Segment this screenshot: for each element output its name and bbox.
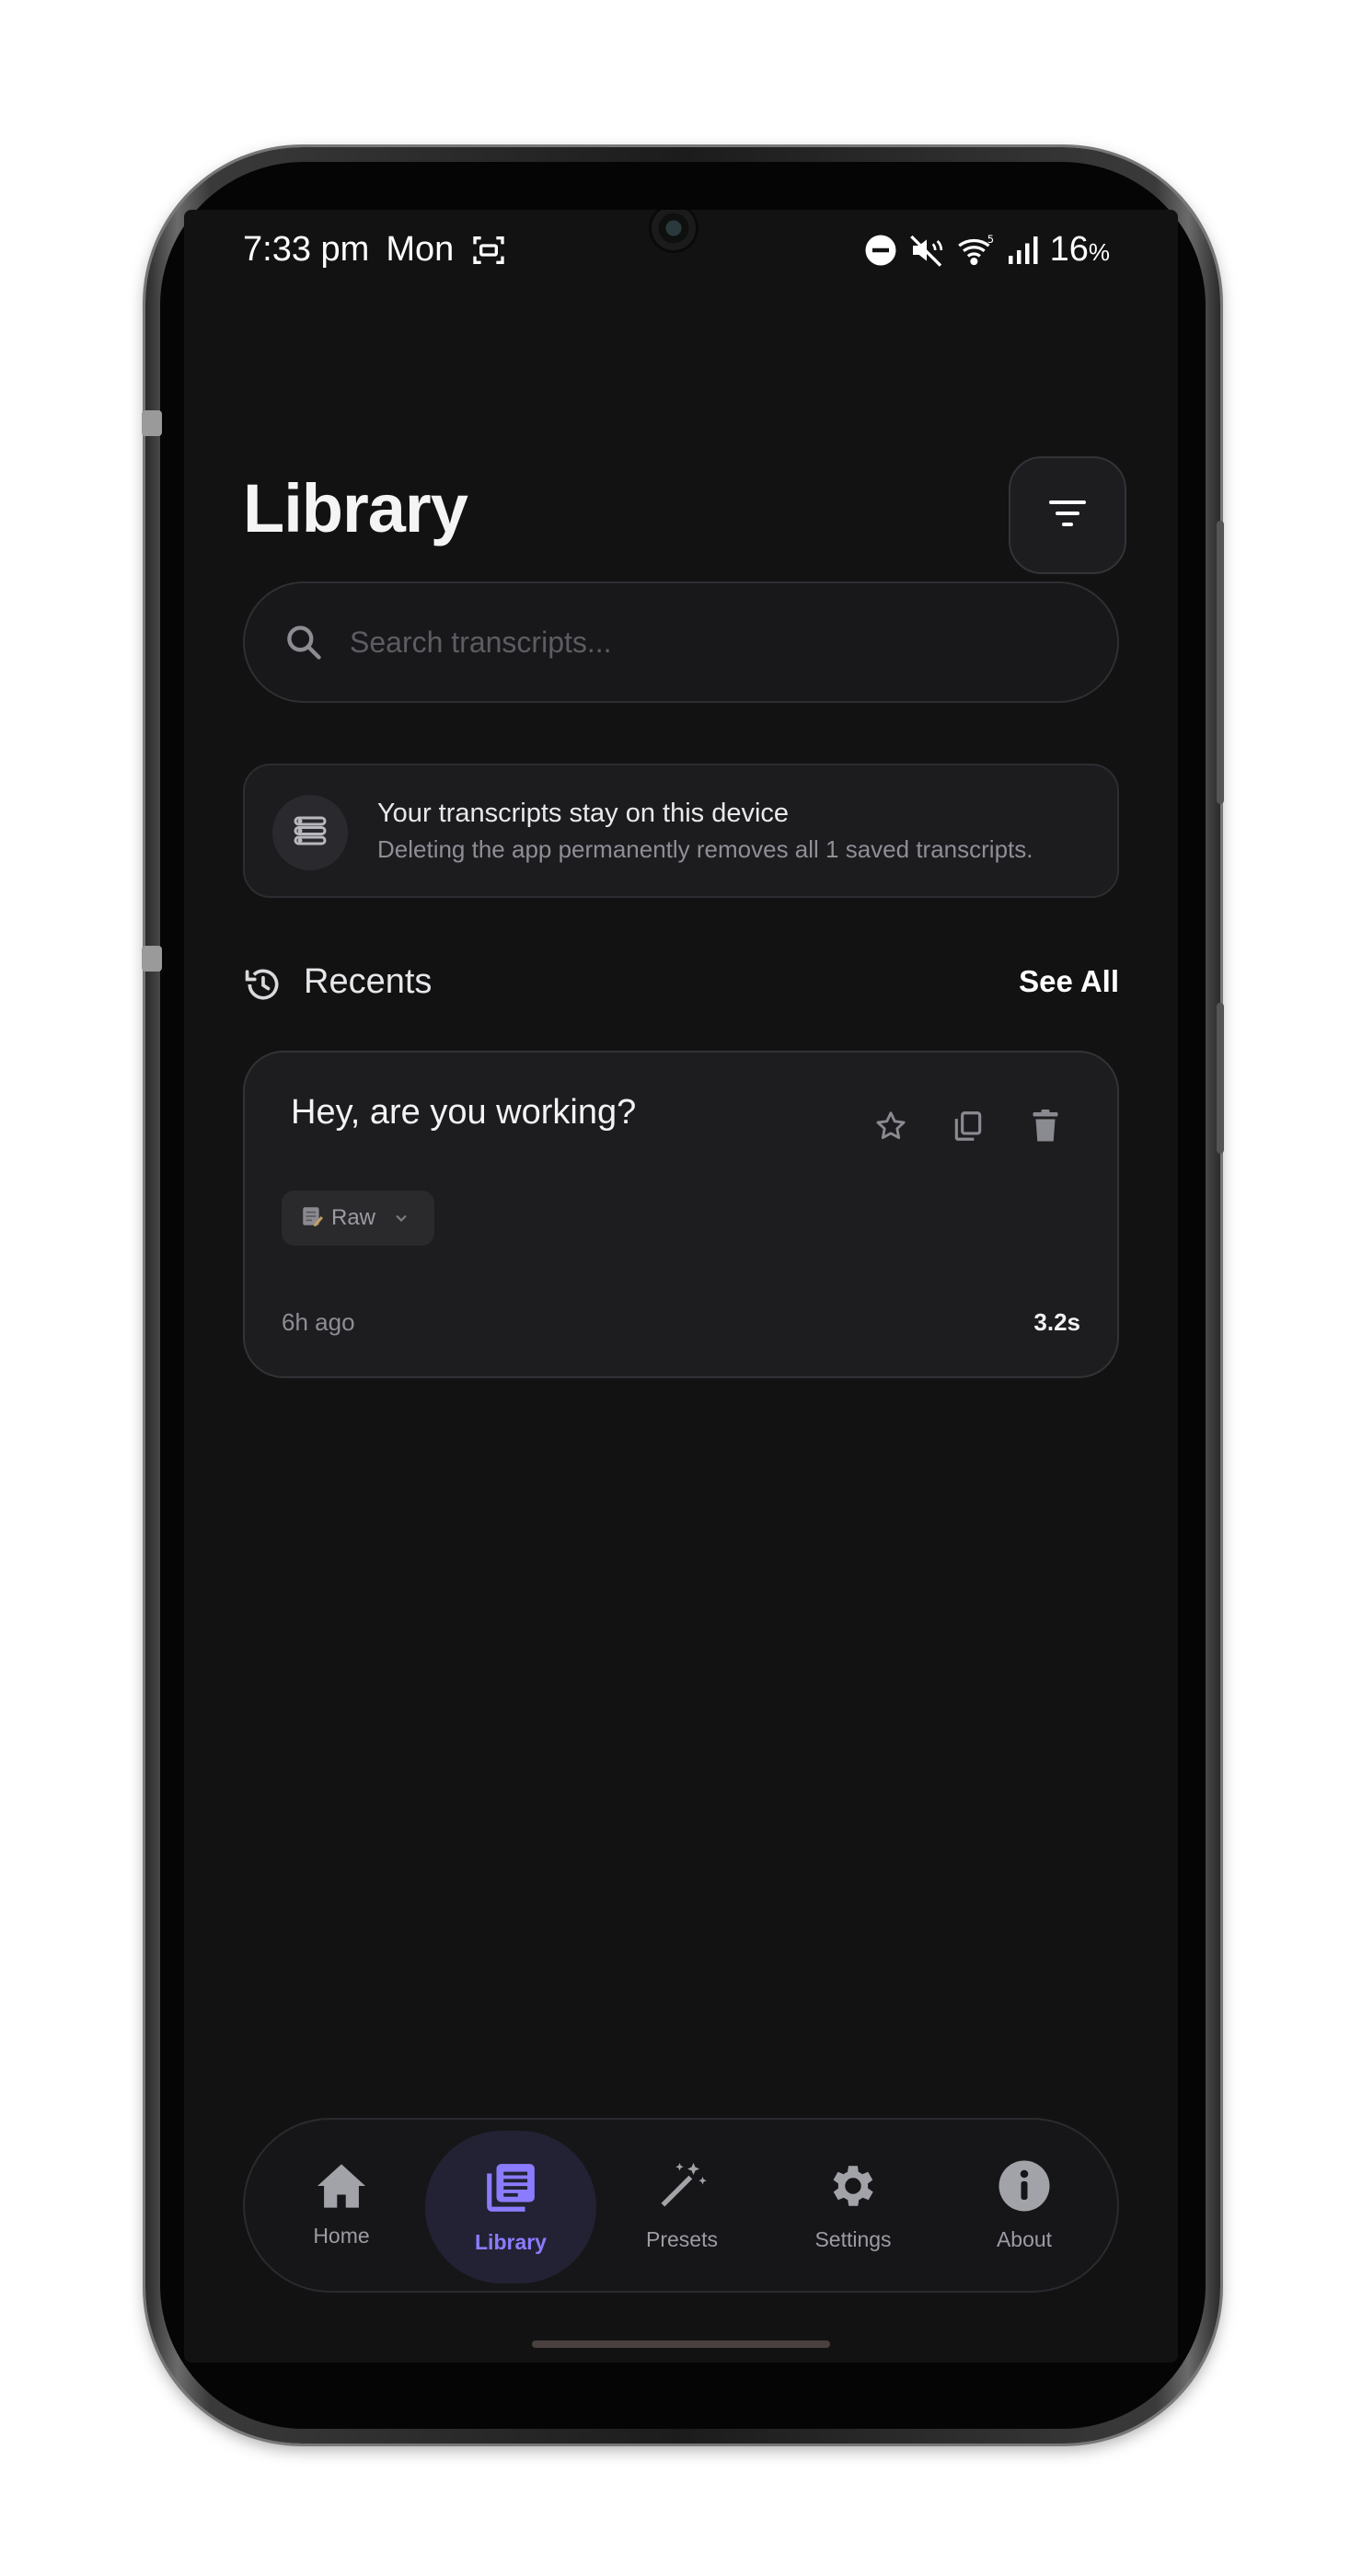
nav-settings[interactable]: Settings [768, 2120, 939, 2291]
status-time: 7:33 pm [243, 230, 370, 269]
page-title: Library [243, 470, 468, 546]
svg-text:5: 5 [987, 233, 994, 245]
transcript-duration: 3.2s [1033, 1308, 1080, 1336]
storage-notice: Your transcripts stay on this device Del… [243, 764, 1119, 898]
app-screen: 7:33 pm Mon 5 16% Library Search transcr… [184, 210, 1178, 2363]
nav-presets[interactable]: Presets [596, 2120, 768, 2291]
gear-icon [825, 2158, 881, 2218]
library-icon [482, 2159, 539, 2221]
left-side-notch [142, 410, 162, 436]
memo-icon [300, 1204, 324, 1233]
transcript-actions [871, 1106, 1066, 1146]
star-icon[interactable] [871, 1106, 911, 1146]
info-icon [997, 2158, 1052, 2218]
bottom-navigation: Home Library Presets Settings About [243, 2118, 1119, 2293]
storage-list-icon [292, 814, 329, 852]
notice-subtitle: Deleting the app permanently removes all… [377, 835, 1033, 863]
see-all-link[interactable]: See All [1019, 964, 1119, 999]
notice-title: Your transcripts stay on this device [377, 799, 790, 828]
nav-library[interactable]: Library [425, 2131, 596, 2283]
mode-label: Raw [331, 1205, 376, 1230]
transcript-card[interactable]: Hey, are you working? Raw 6h ago 3.2s [243, 1051, 1119, 1378]
signal-icon [1006, 234, 1039, 267]
recents-label: Recents [304, 962, 433, 1001]
battery-level: 16% [1049, 230, 1110, 269]
history-icon [243, 964, 283, 1009]
filter-button[interactable] [1009, 456, 1126, 574]
home-indicator[interactable] [532, 2340, 830, 2348]
mute-icon [908, 232, 945, 269]
volume-button [1217, 521, 1224, 804]
status-bar: 7:33 pm Mon 5 16% [184, 210, 1178, 294]
search-bar[interactable] [243, 581, 1119, 703]
nav-about-label: About [996, 2227, 1053, 2251]
trash-icon[interactable] [1025, 1106, 1066, 1146]
status-day: Mon [386, 230, 455, 269]
nav-about[interactable]: About [939, 2120, 1110, 2291]
do-not-disturb-icon [864, 234, 897, 267]
search-input[interactable] [348, 624, 996, 661]
home-icon [315, 2162, 368, 2214]
chevron-down-icon [392, 1209, 410, 1227]
power-button [1217, 1003, 1224, 1154]
mode-dropdown[interactable]: Raw [282, 1190, 434, 1246]
nav-library-label: Library [475, 2230, 547, 2254]
transcript-age: 6h ago [282, 1308, 355, 1336]
search-icon [283, 622, 324, 662]
nav-settings-label: Settings [814, 2227, 892, 2251]
screenshot-icon [470, 232, 507, 269]
copy-icon[interactable] [948, 1106, 988, 1146]
transcript-title: Hey, are you working? [291, 1093, 637, 1132]
magic-wand-icon [654, 2158, 710, 2218]
storage-icon-circle [272, 795, 348, 870]
nav-home-label: Home [313, 2224, 370, 2248]
wifi-icon: 5 [956, 232, 995, 269]
nav-presets-label: Presets [646, 2227, 718, 2251]
recents-header: Recents See All [243, 953, 1119, 1008]
nav-home[interactable]: Home [256, 2120, 427, 2291]
left-side-notch-2 [142, 946, 162, 972]
filter-icon [1045, 495, 1090, 536]
